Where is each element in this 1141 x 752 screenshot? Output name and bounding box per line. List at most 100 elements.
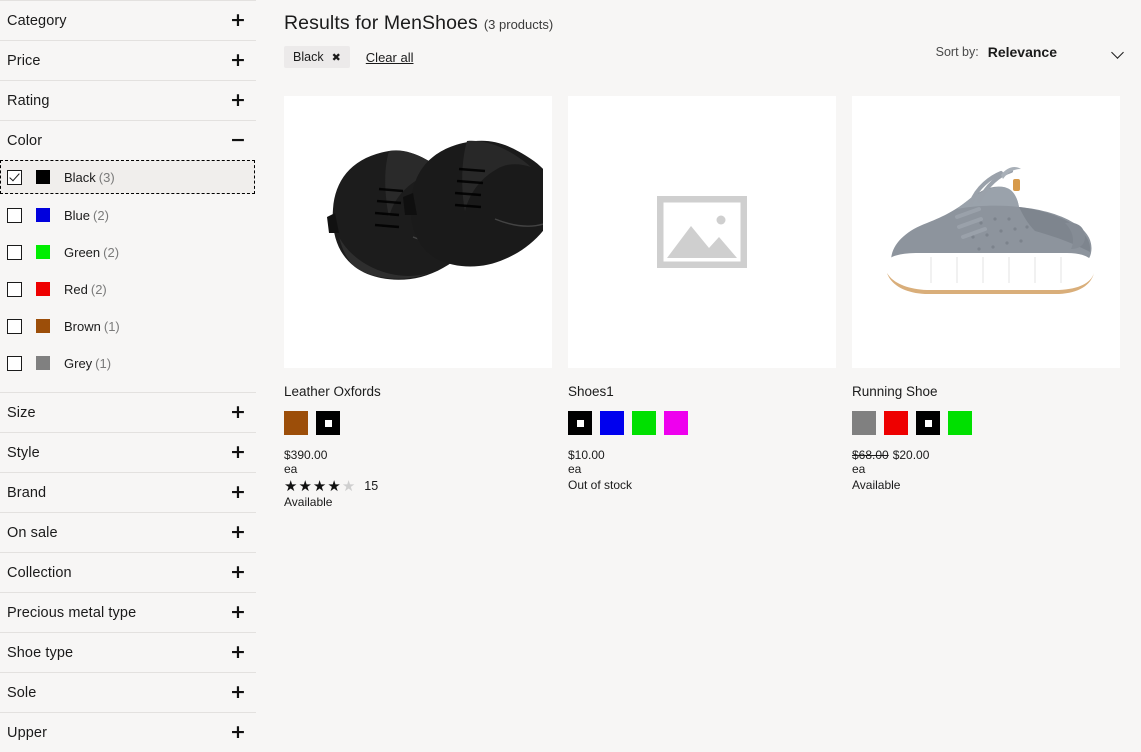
product-price: $390.00 <box>284 448 552 462</box>
facet-title: Color <box>7 133 42 149</box>
product-image[interactable] <box>852 96 1120 368</box>
color-filter-grey[interactable]: Grey(1) <box>0 347 256 379</box>
plus-icon[interactable]: + <box>230 91 246 110</box>
product-color-swatch[interactable] <box>632 411 656 435</box>
product-search-page: Category+Price+ Rating + Color − Black(3) Blue… <box>0 0 1141 747</box>
color-filter-black[interactable]: Black(3) <box>0 160 255 194</box>
color-filter-brown[interactable]: Brown(1) <box>0 310 256 342</box>
results-panel: Results for MenShoes (3 products) Black … <box>256 0 1141 747</box>
product-unit: ea <box>852 462 1120 477</box>
product-image[interactable] <box>284 96 552 368</box>
color-count: (2) <box>103 245 119 260</box>
product-card[interactable]: Leather Oxfords$390.00ea★★★★★15Available <box>284 96 552 510</box>
plus-icon[interactable]: + <box>230 403 246 422</box>
color-count: (2) <box>91 282 107 297</box>
plus-icon[interactable]: + <box>230 11 246 30</box>
product-image[interactable] <box>568 96 836 368</box>
product-color-swatch[interactable] <box>284 411 308 435</box>
facet-rating: Rating + <box>0 80 256 120</box>
plus-icon[interactable]: + <box>230 523 246 542</box>
product-card[interactable]: Running Shoe$68.00$20.00eaAvailable <box>852 96 1120 510</box>
plus-icon[interactable]: + <box>230 51 246 70</box>
product-color-swatch[interactable] <box>852 411 876 435</box>
product-color-swatch[interactable] <box>316 411 340 435</box>
product-rating: ★★★★★15 <box>284 478 552 494</box>
color-name: Green <box>64 245 100 260</box>
facet-header-brand[interactable]: Brand + <box>0 473 256 512</box>
plus-icon[interactable]: + <box>230 683 246 702</box>
minus-icon[interactable]: − <box>230 131 246 150</box>
plus-icon[interactable]: + <box>230 563 246 582</box>
facet-header-shoe-type[interactable]: Shoe type+ <box>0 633 256 672</box>
product-current-price: $20.00 <box>893 448 930 462</box>
color-count: (1) <box>104 319 120 334</box>
rating-count: 15 <box>364 479 378 493</box>
product-price: $10.00 <box>568 448 836 462</box>
color-swatch-icon <box>36 356 50 370</box>
close-icon[interactable]: ✖ <box>332 51 341 64</box>
facet-header-sole[interactable]: Sole+ <box>0 673 256 712</box>
product-color-swatch[interactable] <box>948 411 972 435</box>
product-color-swatch[interactable] <box>664 411 688 435</box>
chevron-down-icon[interactable] <box>1112 48 1125 56</box>
product-card[interactable]: Shoes1$10.00eaOut of stock <box>568 96 836 510</box>
clear-all-link[interactable]: Clear all <box>366 50 414 65</box>
color-name: Grey <box>64 356 92 371</box>
product-color-swatch[interactable] <box>884 411 908 435</box>
product-unit: ea <box>568 462 836 477</box>
color-filter-label: Red(2) <box>64 282 107 297</box>
facet-header-precious-metal-type[interactable]: Precious metal type+ <box>0 593 256 632</box>
color-name: Red <box>64 282 88 297</box>
product-color-swatch[interactable] <box>600 411 624 435</box>
product-original-price: $68.00 <box>852 448 889 462</box>
checkbox-grey[interactable] <box>7 356 22 371</box>
facet-header-rating[interactable]: Rating + <box>0 81 256 120</box>
facet-style: Style+ <box>0 432 256 472</box>
product-color-swatch[interactable] <box>568 411 592 435</box>
facet-header-collection[interactable]: Collection + <box>0 553 256 592</box>
checkbox-blue[interactable] <box>7 208 22 223</box>
product-stock-status: Available <box>284 495 552 510</box>
color-filter-green[interactable]: Green(2) <box>0 236 256 268</box>
plus-icon[interactable]: + <box>230 483 246 502</box>
facet-header-size[interactable]: Size + <box>0 393 256 432</box>
plus-icon[interactable]: + <box>230 443 246 462</box>
facet-header-category[interactable]: Category+ <box>0 1 256 40</box>
color-swatch-icon <box>36 282 50 296</box>
checkbox-red[interactable] <box>7 282 22 297</box>
color-filter-label: Blue(2) <box>64 208 109 223</box>
oxford-shoes-image <box>293 117 543 347</box>
sort-by-label: Sort by: <box>936 45 979 59</box>
facet-title: Brand <box>7 485 46 501</box>
checkbox-black[interactable] <box>7 170 22 185</box>
color-filter-label: Green(2) <box>64 245 119 260</box>
facet-title: Collection <box>7 565 72 581</box>
color-filter-blue[interactable]: Blue(2) <box>0 199 256 231</box>
filter-chip-black[interactable]: Black ✖ <box>284 46 350 68</box>
product-swatches <box>852 411 1120 435</box>
results-header: Results for MenShoes (3 products) <box>284 0 1141 35</box>
facet-title: Upper <box>7 725 47 741</box>
facet-header-on-sale[interactable]: On sale+ <box>0 513 256 552</box>
facet-title: Rating <box>7 93 50 109</box>
product-title[interactable]: Running Shoe <box>852 384 1120 399</box>
checkbox-brown[interactable] <box>7 319 22 334</box>
facet-header-style[interactable]: Style+ <box>0 433 256 472</box>
checkbox-green[interactable] <box>7 245 22 260</box>
facet-sole: Sole+ <box>0 672 256 712</box>
sort-by-dropdown[interactable]: Sort by: Relevance <box>936 44 1125 60</box>
plus-icon[interactable]: + <box>230 643 246 662</box>
color-name: Blue <box>64 208 90 223</box>
color-count: (1) <box>95 356 111 371</box>
plus-icon[interactable]: + <box>230 603 246 622</box>
color-filter-red[interactable]: Red(2) <box>0 273 256 305</box>
facet-header-color[interactable]: Color − <box>0 121 256 160</box>
facet-header-upper[interactable]: Upper + <box>0 713 256 752</box>
facet-title: Size <box>7 405 36 421</box>
product-color-swatch[interactable] <box>916 411 940 435</box>
plus-icon[interactable]: + <box>230 723 246 742</box>
facet-header-price[interactable]: Price+ <box>0 41 256 80</box>
product-title[interactable]: Leather Oxfords <box>284 384 552 399</box>
product-title[interactable]: Shoes1 <box>568 384 836 399</box>
facet-brand: Brand + <box>0 472 256 512</box>
